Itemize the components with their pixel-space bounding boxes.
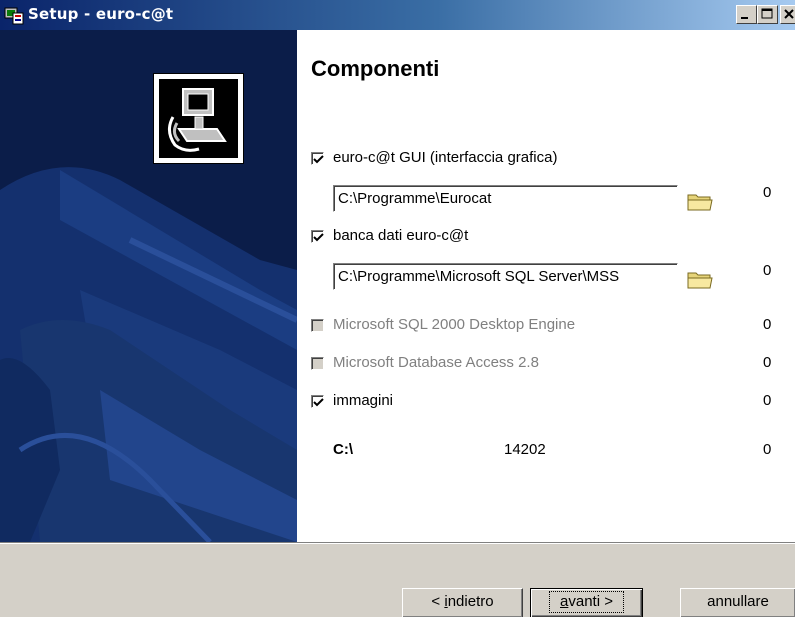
window-title: Setup - euro-c@t: [28, 5, 174, 23]
component-size-gui: 0: [763, 184, 772, 201]
checkbox-gui[interactable]: [311, 152, 324, 165]
close-icon: [784, 9, 794, 19]
folder-icon[interactable]: [687, 268, 713, 290]
drive-label: C:\: [333, 441, 353, 458]
disk-available: 14202: [504, 441, 546, 458]
button-bar: < indietro avanti > annullare: [0, 542, 795, 617]
checkmark-icon: [313, 398, 324, 407]
next-button[interactable]: avanti >: [530, 588, 643, 617]
next-button-label: vanti >: [568, 593, 613, 610]
maximize-button[interactable]: [757, 5, 778, 24]
close-button[interactable]: [780, 5, 795, 24]
component-label-database-access: Microsoft Database Access 2.8: [333, 354, 539, 371]
cancel-button[interactable]: annullare: [680, 588, 795, 617]
back-button-label: ndietro: [447, 593, 494, 610]
checkbox-images[interactable]: [311, 395, 324, 408]
component-size-sql-engine: 0: [763, 316, 772, 333]
minimize-icon: [741, 17, 748, 19]
banner-artwork: [0, 30, 297, 542]
setup-icon: [4, 7, 24, 25]
checkmark-icon: [313, 233, 324, 242]
folder-icon[interactable]: [687, 190, 713, 212]
page-title: Componenti: [311, 56, 440, 81]
component-label-images[interactable]: immagini: [333, 392, 393, 409]
component-label-gui[interactable]: euro-c@t GUI (interfaccia grafica): [333, 149, 557, 166]
disk-required: 0: [763, 441, 772, 458]
back-button-prefix: <: [431, 593, 445, 610]
checkbox-database-access: [311, 357, 324, 370]
setup-window: Setup - euro-c@t Componenti euro-c@t GUI…: [0, 0, 795, 617]
checkmark-icon: [313, 155, 324, 164]
path-input-gui[interactable]: C:\Programme\Eurocat: [333, 185, 678, 212]
component-label-sql-engine: Microsoft SQL 2000 Desktop Engine: [333, 316, 576, 333]
path-input-database[interactable]: C:\Programme\Microsoft SQL Server\MSS: [333, 263, 678, 290]
component-size-images: 0: [763, 392, 772, 409]
component-size-database: 0: [763, 262, 772, 279]
setup-logo: [153, 73, 244, 164]
maximize-icon: [761, 8, 773, 19]
checkbox-database[interactable]: [311, 230, 324, 243]
focus-rect: avanti >: [549, 591, 624, 613]
title-bar[interactable]: Setup - euro-c@t: [0, 0, 795, 30]
checkbox-sql-engine: [311, 319, 324, 332]
component-size-database-access: 0: [763, 354, 772, 371]
back-button[interactable]: < indietro: [402, 588, 523, 617]
minimize-button[interactable]: [736, 5, 757, 24]
components-page: Componenti euro-c@t GUI (interfaccia gra…: [297, 30, 795, 542]
component-label-database[interactable]: banca dati euro-c@t: [333, 227, 468, 244]
side-banner: [0, 30, 297, 542]
computer-install-icon: [159, 79, 238, 158]
